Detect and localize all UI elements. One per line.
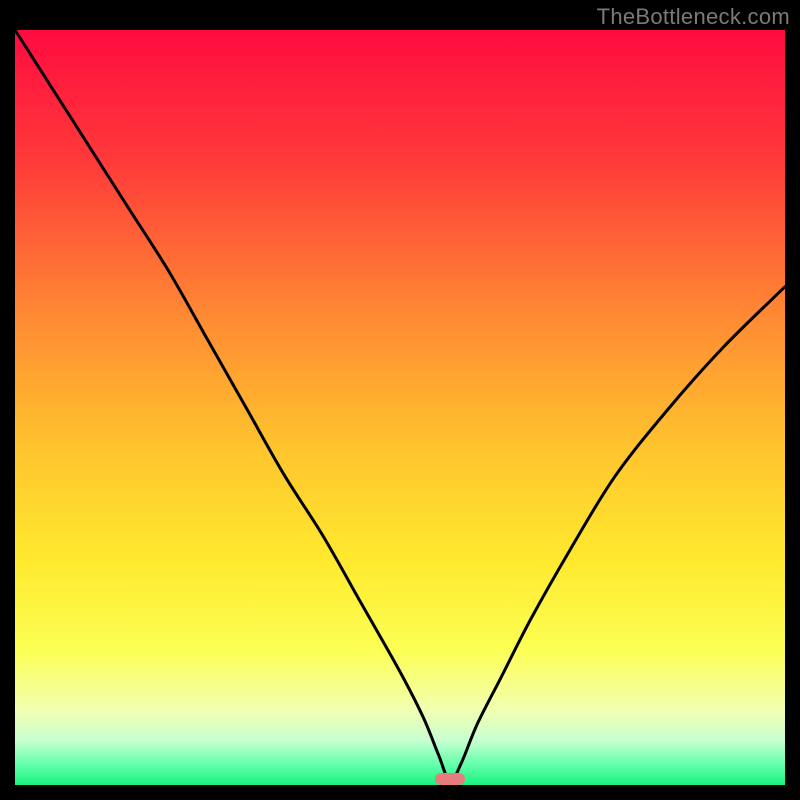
chart-frame: TheBottleneck.com — [0, 0, 800, 800]
watermark-text: TheBottleneck.com — [597, 4, 790, 30]
curve-path — [15, 30, 785, 781]
plot-area — [15, 30, 785, 785]
optimal-point-marker — [435, 773, 464, 785]
bottleneck-curve-line — [15, 30, 785, 785]
